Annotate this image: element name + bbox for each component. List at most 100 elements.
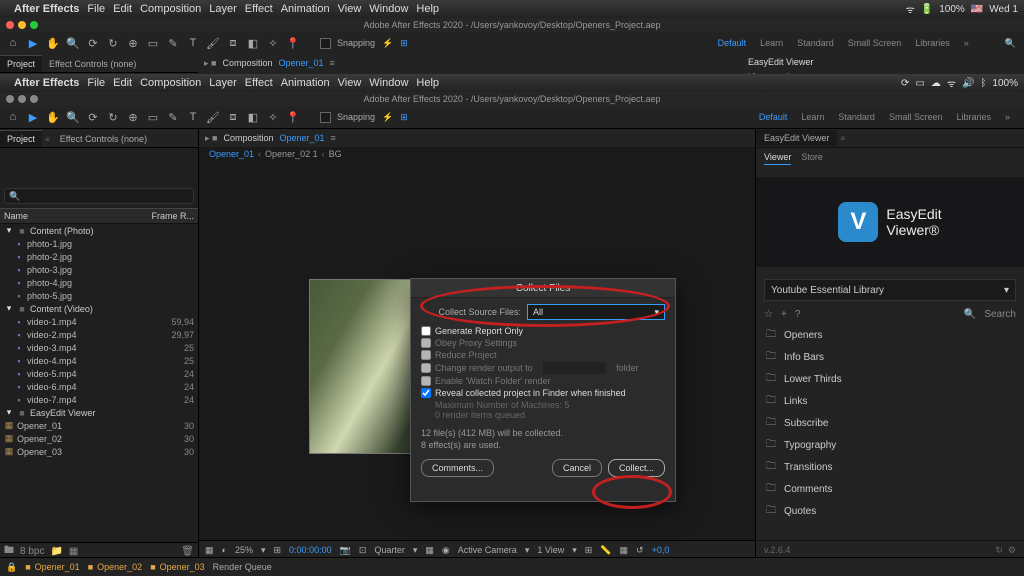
collect-button[interactable]: Collect... — [608, 459, 665, 477]
ws-standard[interactable]: Standard — [838, 112, 875, 122]
rect-tool-icon[interactable]: ▭ — [146, 36, 160, 50]
resolution-dropdown[interactable]: Quarter — [374, 545, 405, 555]
screen-icon[interactable]: ▭ — [915, 78, 924, 89]
stamp-tool-icon[interactable]: ⧈ — [226, 36, 240, 50]
folder-icon[interactable]: ▾ — [4, 303, 14, 314]
close-window-icon[interactable] — [6, 21, 14, 29]
hand-tool-icon[interactable]: ✋ — [46, 36, 60, 50]
view-dropdown[interactable]: 1 View — [537, 545, 564, 555]
project-item[interactable]: photo-4.jpg — [27, 278, 164, 288]
trash-icon[interactable]: 🗑 — [181, 546, 194, 557]
ruler-icon[interactable]: 📏 — [600, 545, 611, 556]
orbit-tool-icon-fg[interactable]: ⟳ — [86, 110, 100, 124]
new-folder-icon[interactable]: 📁 — [50, 546, 62, 557]
cancel-button[interactable]: Cancel — [552, 459, 602, 477]
breadcrumb-1[interactable]: Opener_01 — [209, 149, 254, 159]
home-icon-fg[interactable]: ⌂ — [6, 110, 20, 124]
timeline-tab-1[interactable]: Opener_01 — [35, 562, 80, 572]
project-item[interactable]: Opener_02 — [17, 434, 164, 444]
minimize-window-icon-fg[interactable] — [18, 95, 26, 103]
category-item[interactable]: 🗀Transitions — [756, 456, 1024, 478]
minimize-window-icon[interactable] — [18, 21, 26, 29]
project-item[interactable]: video-4.mp4 — [27, 356, 164, 366]
roto-tool-icon[interactable]: ✧ — [266, 36, 280, 50]
zoom-tool-icon-fg[interactable]: 🔍 — [66, 110, 80, 124]
menu-effect[interactable]: Effect — [245, 77, 273, 89]
ws-learn[interactable]: Learn — [801, 112, 824, 122]
ws-overflow-icon[interactable]: » — [964, 38, 969, 48]
collect-source-dropdown[interactable]: All ▾ — [527, 304, 665, 320]
project-item[interactable]: photo-5.jpg — [27, 291, 164, 301]
timeline-tab-render[interactable]: Render Queue — [213, 562, 272, 572]
new-comp-icon[interactable]: ▦ — [69, 546, 78, 557]
comp-tab-active[interactable]: Opener_01 — [280, 133, 325, 143]
reveal-finder-checkbox[interactable] — [421, 388, 431, 398]
menu-edit[interactable]: Edit — [113, 77, 132, 89]
category-item[interactable]: 🗀Openers — [756, 324, 1024, 346]
menu-file-bg[interactable]: File — [87, 3, 105, 15]
store-tab[interactable]: Store — [801, 152, 823, 165]
exposure[interactable]: +0,0 — [652, 545, 670, 555]
orbit-tool-icon[interactable]: ⟳ — [86, 36, 100, 50]
menu-composition[interactable]: Composition — [140, 77, 201, 89]
project-item[interactable]: photo-3.jpg — [27, 265, 164, 275]
search-icon[interactable]: 🔍 — [964, 309, 976, 320]
project-item[interactable]: photo-2.jpg — [27, 252, 164, 262]
bpc-button[interactable]: 8 bpc — [20, 546, 44, 557]
category-item[interactable]: 🗀Info Bars — [756, 346, 1024, 368]
timeline-tab-2[interactable]: Opener_02 — [97, 562, 142, 572]
rotate-tool-icon[interactable]: ↻ — [106, 36, 120, 50]
wifi-icon-fg[interactable]: ᯤ — [947, 76, 956, 90]
zoom-window-icon-fg[interactable] — [30, 95, 38, 103]
selection-tool-icon[interactable]: ▶ — [26, 36, 40, 50]
category-item[interactable]: 🗀Subscribe — [756, 412, 1024, 434]
project-item[interactable]: Content (Video) — [30, 304, 164, 314]
category-item[interactable]: 🗀Quotes — [756, 500, 1024, 522]
type-tool-icon[interactable]: T — [186, 36, 200, 50]
puppet-tool-icon[interactable]: 📍 — [286, 36, 300, 50]
library-dropdown[interactable]: Youtube Essential Library▾ — [764, 279, 1016, 301]
project-item[interactable]: video-6.mp4 — [27, 382, 164, 392]
volume-icon[interactable]: 🔊 — [962, 78, 974, 89]
generate-report-checkbox[interactable] — [421, 326, 431, 336]
project-item[interactable]: Content (Photo) — [30, 226, 164, 236]
channel-icon[interactable]: ▦ — [620, 545, 629, 556]
close-window-icon-fg[interactable] — [6, 95, 14, 103]
col-framerate[interactable]: Frame R... — [151, 211, 194, 221]
brush-tool-icon[interactable]: 🖌 — [206, 36, 220, 50]
project-item[interactable]: video-5.mp4 — [27, 369, 164, 379]
project-item[interactable]: Opener_03 — [17, 447, 164, 457]
menu-window[interactable]: Window — [369, 77, 408, 89]
snapping-checkbox-fg[interactable] — [320, 112, 331, 123]
transparency-icon[interactable]: ▦ — [425, 545, 434, 556]
project-tab[interactable]: Project — [0, 130, 42, 147]
home-icon[interactable]: ⌂ — [6, 36, 20, 50]
region-icon[interactable]: ⊡ — [359, 545, 367, 556]
folder-icon[interactable]: ▾ — [4, 225, 14, 236]
project-item[interactable]: Opener_01 — [17, 421, 164, 431]
zoom-dropdown[interactable]: 25% — [235, 545, 253, 555]
category-item[interactable]: 🗀Typography — [756, 434, 1024, 456]
search-label[interactable]: Search — [984, 309, 1016, 320]
puppet-tool-icon-fg[interactable]: 📍 — [286, 110, 300, 124]
breadcrumb-3[interactable]: BG — [329, 149, 342, 159]
menu-view[interactable]: View — [338, 77, 362, 89]
sync-icon[interactable]: ⟳ — [901, 78, 909, 89]
comments-button[interactable]: Comments... — [421, 459, 494, 477]
menu-file[interactable]: File — [87, 77, 105, 89]
menu-animation[interactable]: Animation — [281, 77, 330, 89]
anchor-tool-icon-fg[interactable]: ⊕ — [126, 110, 140, 124]
category-item[interactable]: 🗀Comments — [756, 478, 1024, 500]
search-help-icon[interactable]: 🔍 — [1005, 38, 1016, 49]
menu-help[interactable]: Help — [416, 77, 439, 89]
pen-tool-icon-fg[interactable]: ✎ — [166, 110, 180, 124]
fav-icon[interactable]: ☆ — [764, 309, 773, 320]
easyedit-panel-title[interactable]: EasyEdit Viewer — [756, 130, 837, 146]
ws-default[interactable]: Default — [759, 112, 788, 122]
menu-layer[interactable]: Layer — [209, 77, 237, 89]
ws-libraries[interactable]: Libraries — [956, 112, 991, 122]
flag-icon[interactable]: 🇺🇸 — [971, 4, 983, 15]
category-item[interactable]: 🗀Links — [756, 390, 1024, 412]
zoom-tool-icon[interactable]: 🔍 — [66, 36, 80, 50]
snapshot-icon[interactable]: 📷 — [340, 545, 351, 556]
